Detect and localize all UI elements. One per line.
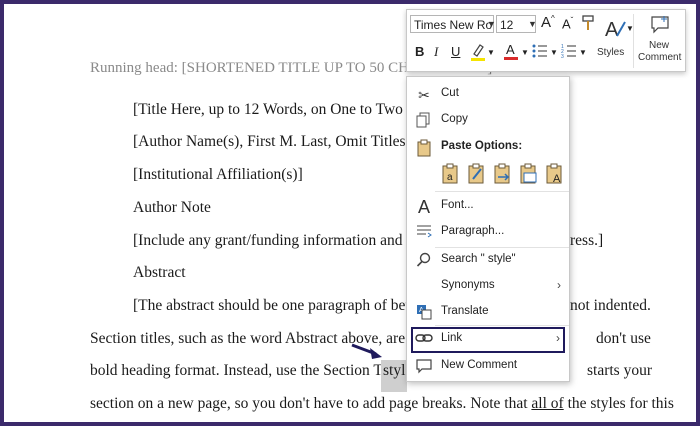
- chevron-down-icon[interactable]: ▼: [487, 19, 496, 29]
- svg-text:a: a: [447, 172, 453, 183]
- menu-item-paste-options: Paste Options:: [407, 136, 569, 160]
- abstract-line-end[interactable]: not indented.: [570, 297, 651, 315]
- chevron-down-icon[interactable]: ▼: [579, 48, 587, 57]
- paste-keep-formatting-icon[interactable]: a: [441, 163, 461, 185]
- chevron-down-icon[interactable]: ▼: [550, 48, 558, 57]
- font-color-icon[interactable]: A: [503, 41, 519, 64]
- menu-label: New Comment: [441, 359, 518, 371]
- paste-picture-icon[interactable]: [493, 163, 513, 185]
- menu-item-copy[interactable]: Copy: [407, 109, 569, 133]
- selected-text[interactable]: styl: [381, 360, 408, 392]
- search-icon: [415, 252, 433, 270]
- abstract-heading[interactable]: Abstract: [133, 264, 186, 282]
- context-menu: ✂ Cut Copy Paste Options: a A A Font...: [406, 76, 570, 382]
- last-line-part1: section on a new page, so you don't have…: [90, 395, 532, 412]
- last-line[interactable]: section on a new page, so you don't have…: [90, 395, 674, 413]
- chevron-down-icon[interactable]: ▼: [528, 19, 537, 29]
- grant-line-end[interactable]: ress.]: [570, 232, 603, 250]
- bold-button[interactable]: B: [415, 44, 424, 59]
- svg-text:A: A: [553, 173, 561, 185]
- bullets-icon[interactable]: [532, 43, 548, 62]
- font-name-box[interactable]: Times New Rom: [410, 15, 494, 33]
- paragraph-icon: [415, 224, 433, 242]
- menu-label: Search " style": [441, 253, 516, 265]
- svg-text:3: 3: [561, 54, 564, 59]
- new-comment-icon[interactable]: [650, 15, 670, 38]
- chevron-right-icon: ›: [557, 278, 561, 292]
- last-line-part2: the styles for this: [563, 395, 674, 412]
- section-line-end[interactable]: don't use: [596, 330, 651, 348]
- menu-item-new-comment[interactable]: New Comment: [407, 355, 569, 379]
- grow-font-icon[interactable]: A^: [541, 14, 555, 31]
- affiliation-line[interactable]: [Institutional Affiliation(s)]: [133, 166, 303, 184]
- chevron-down-icon[interactable]: ▼: [487, 48, 495, 57]
- title-line[interactable]: [Title Here, up to 12 Words, on One to T…: [133, 101, 428, 119]
- svg-text:A: A: [605, 19, 619, 41]
- annotation-arrow-icon: [351, 343, 382, 359]
- menu-item-cut[interactable]: ✂ Cut: [407, 83, 569, 107]
- menu-label: Font...: [441, 199, 474, 211]
- translate-icon: A: [415, 304, 433, 322]
- menu-item-synonyms[interactable]: Synonyms ›: [407, 275, 569, 299]
- author-note-heading[interactable]: Author Note: [133, 199, 211, 217]
- menu-separator: [435, 191, 569, 192]
- scissors-icon: ✂: [418, 87, 430, 103]
- underlined-text: all of: [531, 395, 564, 412]
- chevron-down-icon[interactable]: ▼: [521, 48, 529, 57]
- grant-line[interactable]: [Include any grant/funding information a…: [133, 232, 432, 250]
- paste-text-only-icon[interactable]: A: [545, 163, 565, 185]
- bold-line-end[interactable]: starts your: [587, 362, 652, 380]
- menu-label: Cut: [441, 87, 459, 99]
- copy-icon: [415, 112, 433, 130]
- menu-label: Translate: [441, 305, 489, 317]
- menu-item-font[interactable]: A Font...: [407, 195, 569, 219]
- clipboard-icon: [415, 139, 433, 157]
- toolbar-divider: [633, 14, 634, 68]
- shrink-font-icon[interactable]: Aˇ: [562, 16, 573, 31]
- menu-separator: [435, 325, 569, 326]
- menu-item-translate[interactable]: A Translate: [407, 301, 569, 325]
- menu-label: Copy: [441, 113, 468, 125]
- mini-toolbar: Times New Rom ▼ 12 ▼ A^ Aˇ B I U ▼ A ▼ ▼…: [406, 9, 686, 72]
- abstract-line[interactable]: [The abstract should be one paragraph of…: [133, 297, 428, 315]
- underline-button[interactable]: U: [451, 44, 460, 59]
- bold-line[interactable]: bold heading format. Instead, use the Se…: [90, 362, 402, 380]
- numbering-icon[interactable]: 123: [561, 43, 577, 62]
- styles-label[interactable]: Styles: [597, 47, 624, 58]
- menu-label: Link: [441, 332, 463, 344]
- format-painter-icon[interactable]: [580, 14, 596, 35]
- menu-label: Paragraph...: [441, 225, 505, 237]
- paste-image-icon[interactable]: [519, 163, 539, 185]
- document-window: Running head: [SHORTENED TITLE UP TO 50 …: [4, 4, 696, 422]
- author-line[interactable]: [Author Name(s), First M. Last, Omit Tit…: [133, 133, 432, 151]
- paste-options-label: Paste Options:: [441, 140, 523, 152]
- chevron-right-icon: ›: [556, 331, 560, 345]
- menu-item-paragraph[interactable]: Paragraph...: [407, 221, 569, 245]
- font-icon: A: [417, 197, 430, 217]
- highlight-icon[interactable]: [469, 42, 487, 65]
- italic-button[interactable]: I: [434, 44, 438, 60]
- link-icon: [415, 331, 433, 349]
- comment-icon: [415, 358, 433, 376]
- svg-text:A: A: [506, 42, 515, 57]
- new-comment-label[interactable]: New Comment: [638, 40, 681, 64]
- menu-separator: [435, 247, 569, 248]
- menu-item-link[interactable]: Link ›: [411, 327, 565, 353]
- menu-item-search[interactable]: Search " style": [407, 249, 569, 273]
- menu-label: Synonyms: [441, 279, 495, 291]
- paste-merge-formatting-icon[interactable]: [467, 163, 487, 185]
